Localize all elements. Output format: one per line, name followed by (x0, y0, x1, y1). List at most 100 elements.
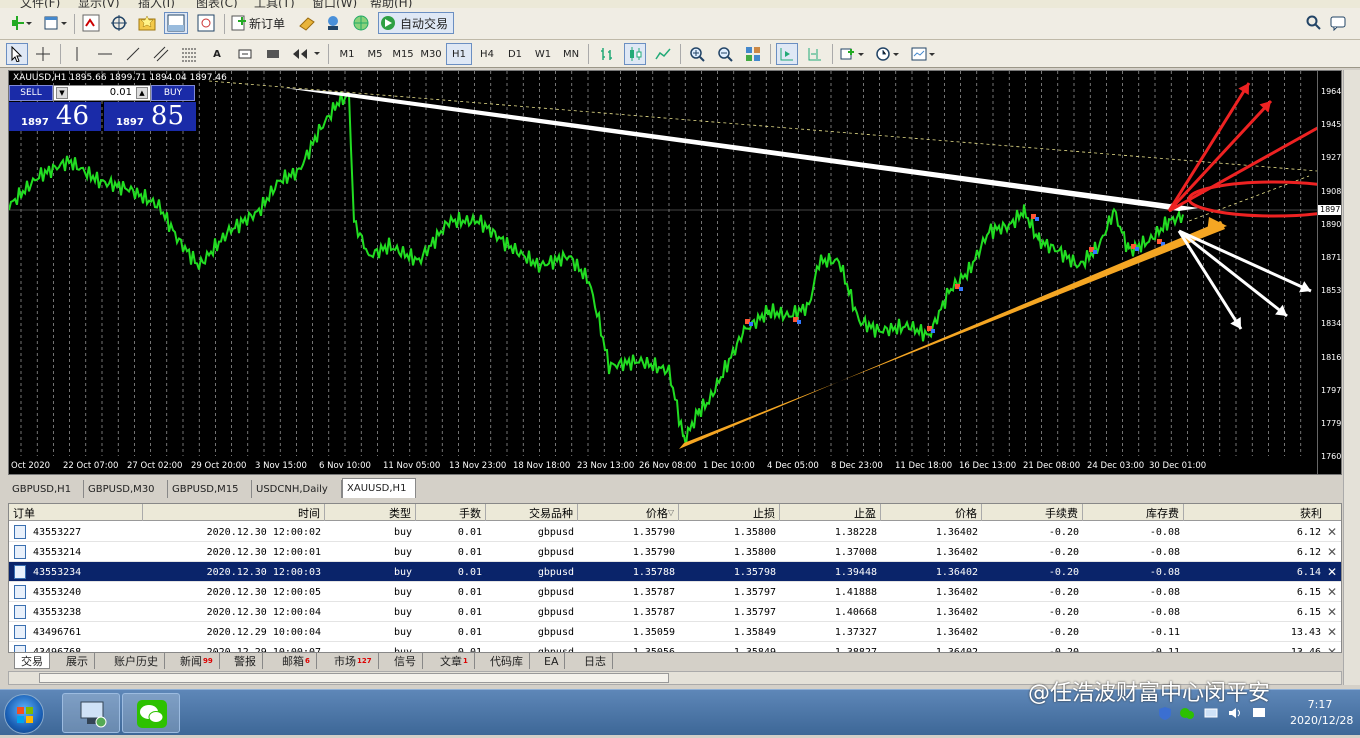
horizontal-line-button[interactable] (94, 43, 116, 65)
terminal-tab[interactable]: 展示 (60, 653, 95, 669)
text-tool-button[interactable]: A (206, 43, 228, 65)
column-header[interactable]: 价格 ▽ (578, 504, 679, 521)
terminal-tab[interactable]: 文章 1 (434, 653, 475, 669)
column-header[interactable]: 交易品种 (486, 504, 578, 521)
trendline-button[interactable] (122, 43, 144, 65)
column-header[interactable]: 订单 (9, 504, 143, 521)
zoom-out-button[interactable] (714, 43, 736, 65)
display-tray-icon[interactable] (1252, 706, 1266, 720)
cursor-tool-button[interactable] (6, 43, 28, 65)
menu-item-5[interactable]: 窗口(W) (312, 0, 357, 8)
lot-size-input[interactable]: ▼ 0.01 ▲ (53, 85, 151, 101)
column-header[interactable]: 止损 (679, 504, 780, 521)
table-row[interactable]: 43496768 2020.12.29 10:00:07 buy 0.01 gbpusd… (9, 642, 1341, 652)
candlestick-button[interactable] (624, 43, 646, 65)
terminal-tab[interactable]: 信号 (388, 653, 423, 669)
sell-price-box[interactable]: 1897 46 (9, 101, 101, 131)
templates-button[interactable] (908, 43, 940, 65)
chat-bubble-icon[interactable] (1328, 12, 1348, 34)
menu-item-0[interactable]: 文件(F) (20, 0, 60, 8)
lot-dropdown-icon[interactable]: ▼ (56, 87, 68, 99)
terminal-tab[interactable]: 警报 (228, 653, 263, 669)
terminal-tab[interactable]: 邮箱 6 (276, 653, 317, 669)
crosshair-tool-button[interactable] (32, 43, 54, 65)
menu-item-3[interactable]: 图表(C) (196, 0, 238, 8)
column-header[interactable]: 止盈 (780, 504, 881, 521)
bar-chart-button[interactable] (596, 43, 618, 65)
start-button[interactable] (4, 694, 44, 734)
vertical-scrollbar[interactable] (1343, 70, 1360, 685)
timeframe-h4-button[interactable]: H4 (474, 43, 500, 65)
column-header[interactable]: 手续费 (982, 504, 1083, 521)
metaeditor-button[interactable] (296, 12, 318, 34)
tile-windows-button[interactable] (742, 43, 764, 65)
chart-tab[interactable]: XAUUSD,H1 (342, 478, 416, 498)
autoscroll-button[interactable] (776, 43, 798, 65)
chart-tab[interactable]: USDCNH,Daily (252, 480, 342, 498)
taskbar-clock[interactable]: 7:17 2020/12/28 (1290, 697, 1353, 729)
timeframe-m30-button[interactable]: M30 (418, 43, 444, 65)
close-order-icon[interactable]: ✕ (1327, 565, 1337, 579)
zoom-in-button[interactable] (686, 43, 708, 65)
new-chart-button[interactable] (6, 12, 36, 34)
table-row[interactable]: 43553234 2020.12.30 12:00:03 buy 0.01 gbpusd… (9, 562, 1341, 582)
timeframe-m1-button[interactable]: M1 (334, 43, 360, 65)
column-header[interactable]: 类型 (325, 504, 416, 521)
chart-tab[interactable]: GBPUSD,M15 (168, 480, 252, 498)
text-label-button[interactable] (234, 43, 256, 65)
wechat-tray-icon[interactable] (1180, 706, 1194, 720)
terminal-tab[interactable]: 日志 (578, 653, 613, 669)
shield-icon[interactable] (1158, 706, 1172, 720)
fibonacci-button[interactable] (178, 43, 200, 65)
taskbar-app-wechat[interactable] (122, 693, 180, 733)
terminal-tab[interactable]: 账户历史 (108, 653, 165, 669)
chart-window[interactable]: XAUUSD,H1 1895.66 1899.71 1894.04 1897.4… (8, 70, 1342, 475)
timeframe-d1-button[interactable]: D1 (502, 43, 528, 65)
column-header[interactable]: 获利 (1184, 504, 1341, 521)
scrollbar-thumb[interactable] (39, 673, 669, 683)
search-icon[interactable] (1304, 12, 1324, 34)
terminal-tab[interactable]: 代码库 (484, 653, 530, 669)
terminal-tab[interactable]: 交易 (14, 653, 50, 669)
vertical-line-button[interactable] (66, 43, 88, 65)
menu-item-6[interactable]: 帮助(H) (370, 0, 412, 8)
volume-icon[interactable] (1228, 706, 1242, 720)
market-watch-button[interactable] (80, 12, 102, 34)
column-header[interactable]: 库存费 (1083, 504, 1184, 521)
shapes-button[interactable] (262, 43, 284, 65)
data-window-button[interactable] (108, 12, 130, 34)
new-order-button[interactable]: 新订单 (230, 12, 290, 34)
buy-button[interactable]: BUY (151, 85, 195, 101)
table-row[interactable]: 43553227 2020.12.30 12:00:02 buy 0.01 gbpusd… (9, 522, 1341, 542)
table-row[interactable]: 43553214 2020.12.30 12:00:01 buy 0.01 gbpusd… (9, 542, 1341, 562)
terminal-tab[interactable]: EA (538, 653, 566, 669)
navigator-button[interactable] (136, 12, 158, 34)
column-header[interactable]: 价格 (881, 504, 982, 521)
close-order-icon[interactable]: ✕ (1327, 605, 1337, 619)
close-order-icon[interactable]: ✕ (1327, 625, 1337, 639)
chart-tab[interactable]: GBPUSD,M30 (84, 480, 168, 498)
timeframe-m5-button[interactable]: M5 (362, 43, 388, 65)
menu-item-2[interactable]: 插入(I) (138, 0, 175, 8)
vps-button[interactable] (350, 12, 372, 34)
strategy-tester-button[interactable] (194, 12, 218, 34)
line-chart-button[interactable] (652, 43, 674, 65)
timeframe-w1-button[interactable]: W1 (530, 43, 556, 65)
indicators-button[interactable] (838, 43, 868, 65)
column-header[interactable]: 时间 (143, 504, 325, 521)
menu-item-4[interactable]: 工具(T) (254, 0, 295, 8)
menu-item-1[interactable]: 显示(V) (78, 0, 120, 8)
terminal-toggle-button[interactable] (164, 12, 188, 34)
close-order-icon[interactable]: ✕ (1327, 645, 1337, 652)
close-order-icon[interactable]: ✕ (1327, 545, 1337, 559)
timeframe-h1-button[interactable]: H1 (446, 43, 472, 65)
close-order-icon[interactable]: ✕ (1327, 525, 1337, 539)
table-row[interactable]: 43553238 2020.12.30 12:00:04 buy 0.01 gbpusd… (9, 602, 1341, 622)
sell-button[interactable]: SELL (9, 85, 53, 101)
equidistant-channel-button[interactable] (150, 43, 172, 65)
arrows-dropdown-button[interactable] (288, 43, 324, 65)
taskbar-app-network[interactable] (62, 693, 120, 733)
buy-price-box[interactable]: 1897 85 (104, 101, 196, 131)
chart-tab[interactable]: GBPUSD,H1 (8, 480, 84, 498)
column-header[interactable]: 手数 (416, 504, 486, 521)
